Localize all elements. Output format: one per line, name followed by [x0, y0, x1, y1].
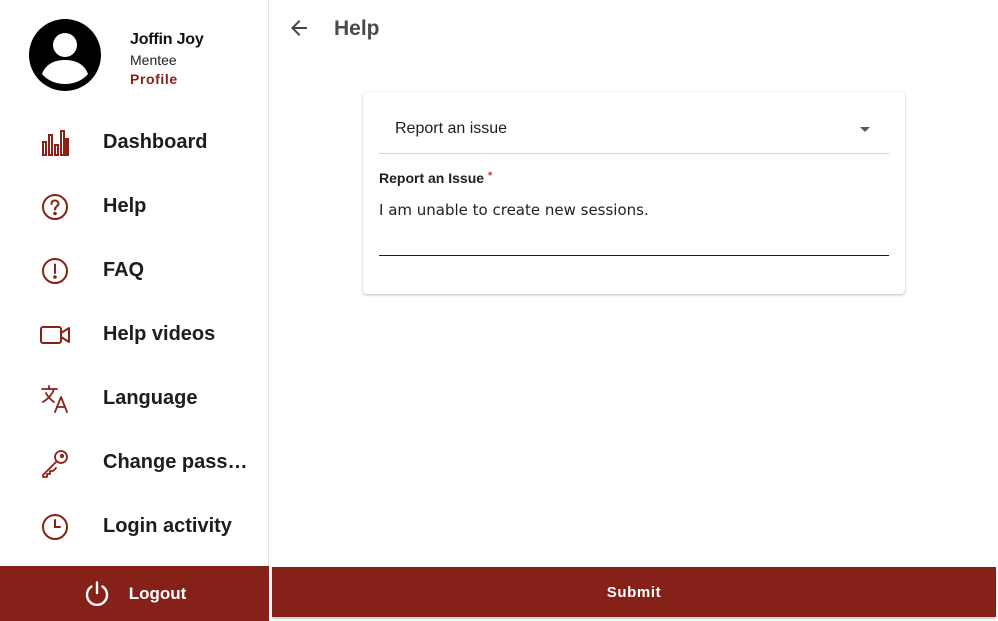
sidebar-item-change-password[interactable]: Change passw...	[0, 431, 269, 495]
required-asterisk: *	[488, 170, 493, 182]
sidebar-item-label: FAQ	[103, 259, 145, 281]
sidebar-item-label: Login activity	[103, 515, 232, 537]
exclamation-circle-icon	[38, 256, 72, 286]
sidebar-item-label: Change passw...	[103, 451, 253, 473]
translate-icon	[38, 384, 72, 414]
top-bar: Help	[270, 0, 998, 56]
sidebar-item-label: Language	[103, 387, 198, 409]
report-issue-label: Report an Issue *	[379, 170, 492, 186]
submit-button[interactable]: Submit	[272, 567, 996, 617]
logout-label: Logout	[128, 583, 187, 603]
logout-button[interactable]: Logout	[0, 566, 269, 621]
report-issue-textarea[interactable]: I am unable to create new sessions.	[379, 196, 889, 256]
chevron-down-icon	[860, 127, 870, 132]
question-circle-icon	[38, 192, 72, 222]
sidebar-item-label: Help	[103, 195, 147, 217]
report-card: Report an issue Report an Issue * I am un…	[363, 92, 905, 294]
field-label-text: Report an Issue	[379, 170, 485, 186]
profile-header: Joffin Joy Mentee Profile	[0, 0, 269, 110]
sidebar-item-help-videos[interactable]: Help videos	[0, 303, 269, 367]
profile-link[interactable]: Profile	[130, 71, 178, 87]
video-camera-icon	[38, 320, 72, 350]
user-name: Joffin Joy	[130, 31, 204, 48]
sidebar-item-help[interactable]: Help	[0, 175, 269, 239]
sidebar: Joffin Joy Mentee Profile Dashboard Help	[0, 0, 269, 621]
sidebar-item-login-activity[interactable]: Login activity	[0, 495, 269, 559]
sidebar-item-dashboard[interactable]: Dashboard	[0, 111, 269, 175]
key-icon	[38, 448, 72, 478]
arrow-back-icon[interactable]	[287, 16, 311, 40]
clock-icon	[38, 512, 72, 542]
issue-type-select[interactable]: Report an issue	[379, 106, 889, 154]
select-value: Report an issue	[395, 120, 508, 137]
sidebar-item-language[interactable]: Language	[0, 367, 269, 431]
sidebar-item-label: Help videos	[103, 323, 216, 345]
account-circle-icon[interactable]	[28, 18, 102, 92]
bar-chart-icon	[38, 128, 72, 158]
sidebar-item-label: Dashboard	[103, 131, 208, 153]
page-title: Help	[334, 17, 380, 40]
sidebar-item-faq[interactable]: FAQ	[0, 239, 269, 303]
user-role: Mentee	[130, 52, 177, 68]
power-icon	[83, 580, 111, 608]
